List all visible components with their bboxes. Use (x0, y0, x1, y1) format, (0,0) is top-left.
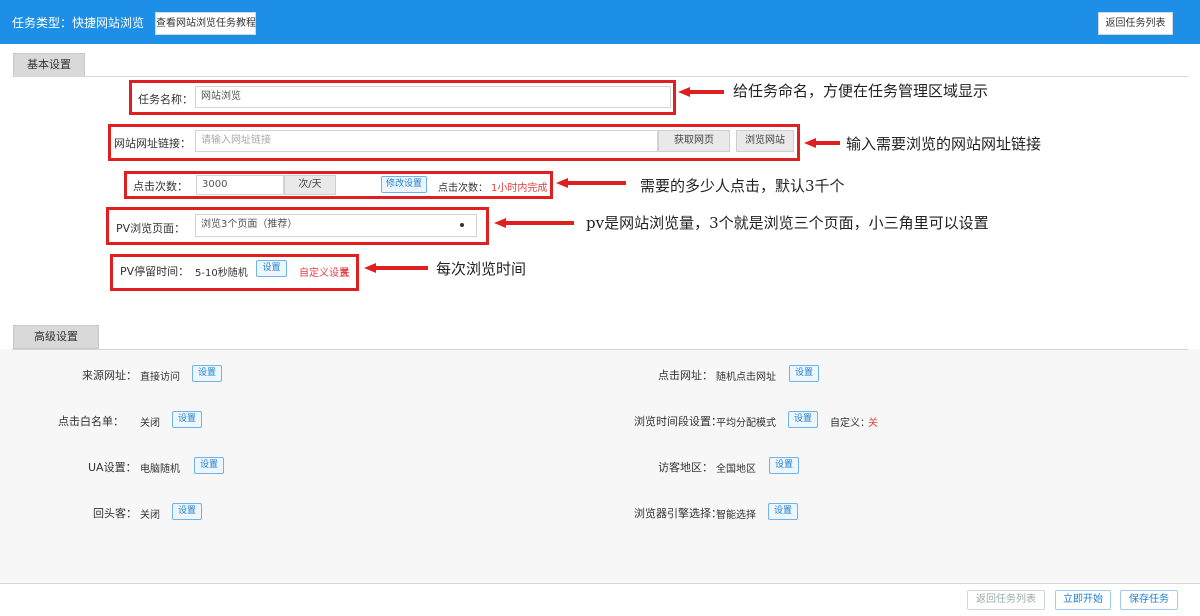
browse-site-button[interactable]: 浏览网站 (736, 130, 794, 152)
task-type-title: 任务类型：快捷网站浏览 (12, 16, 145, 30)
returning-visitor-settings-button[interactable]: 设置 (172, 503, 202, 520)
modify-settings-button[interactable]: 修改设置 (381, 176, 427, 193)
ua-settings-value: 电脑随机 (140, 464, 180, 475)
url-label: 网站网址链接： (114, 137, 191, 150)
time-period-label: 浏览时间段设置： (634, 415, 722, 428)
top-bar: 任务类型：快捷网站浏览 查看网站浏览任务教程 返回任务列表 (0, 0, 1200, 44)
advanced-section-background (0, 349, 1200, 582)
source-url-value: 直接访问 (140, 372, 180, 383)
time-period-custom-off: 关 (868, 418, 878, 429)
ua-settings-button[interactable]: 设置 (194, 457, 224, 474)
tutorial-button[interactable]: 查看网站浏览任务教程 (155, 12, 256, 35)
annotation-arrow-4 (494, 218, 574, 228)
pv-time-value: 5-10秒随机 (195, 268, 248, 279)
annotation-pvtime: 每次浏览时间 (436, 260, 527, 278)
visitor-region-value: 全国地区 (716, 464, 756, 475)
fetch-page-button[interactable]: 获取网页 (658, 130, 730, 152)
click-whitelist-settings-button[interactable]: 设置 (172, 411, 202, 428)
tab-advanced-settings[interactable]: 高级设置 (13, 325, 99, 349)
pv-time-label: PV停留时间： (120, 265, 190, 278)
pv-pages-value: 浏览3个页面（推荐） (201, 219, 298, 230)
time-period-settings-button[interactable]: 设置 (788, 411, 818, 428)
task-name-input[interactable]: 网站浏览 (195, 86, 671, 108)
back-to-list-button[interactable]: 返回任务列表 (1098, 12, 1173, 35)
click-url-settings-button[interactable]: 设置 (789, 365, 819, 382)
annotation-arrow-2 (804, 138, 840, 148)
return-list-button[interactable]: 返回任务列表 (967, 590, 1045, 610)
returning-visitor-value: 关闭 (140, 510, 160, 521)
click-whitelist-value: 关闭 (140, 418, 160, 429)
task-name-label: 任务名称： (138, 93, 193, 106)
click-count-input[interactable]: 3000 (196, 175, 284, 195)
visitor-region-label: 访客地区： (658, 461, 713, 474)
section-divider (12, 349, 1188, 350)
browser-engine-value: 智能选择 (716, 510, 756, 521)
click-url-value: 随机点击网址 (716, 372, 776, 383)
click-whitelist-label: 点击白名单： (58, 415, 124, 428)
click-count-extra-label: 点击次数： (438, 183, 488, 194)
source-url-label: 来源网址： (82, 369, 137, 382)
pv-time-settings-button[interactable]: 设置 (256, 260, 287, 277)
time-period-custom-label: 自定义： (830, 418, 870, 429)
per-day-unit[interactable]: 次/天 (284, 175, 336, 195)
url-input[interactable]: 请输入网址链接 (195, 130, 658, 152)
click-url-label: 点击网址： (658, 369, 713, 382)
dropdown-caret-icon[interactable] (460, 223, 464, 227)
time-period-value: 平均分配模式 (716, 418, 776, 429)
footer-divider (0, 583, 1200, 584)
annotation-arrow-1 (678, 87, 724, 97)
annotation-pv: pv是网站浏览量，3个就是浏览三个页面，小三角里可以设置 (586, 214, 989, 232)
section-divider (12, 76, 1188, 77)
annotation-name: 给任务命名，方便在任务管理区域显示 (733, 82, 989, 100)
annotation-arrow-3 (556, 178, 626, 188)
click-count-label: 点击次数： (133, 180, 188, 193)
annotation-box-count (124, 171, 553, 199)
start-now-button[interactable]: 立即开始 (1055, 590, 1111, 610)
completion-time-text[interactable]: 1小时内完成 (491, 179, 547, 194)
save-task-button[interactable]: 保存任务 (1120, 590, 1178, 610)
browser-engine-settings-button[interactable]: 设置 (768, 503, 798, 520)
visitor-region-settings-button[interactable]: 设置 (769, 457, 799, 474)
browser-engine-label: 浏览器引擎选择： (634, 507, 722, 520)
pv-pages-select[interactable]: 浏览3个页面（推荐） (195, 214, 477, 237)
pv-pages-label: PV浏览页面： (116, 222, 186, 235)
source-url-settings-button[interactable]: 设置 (192, 365, 222, 382)
ua-settings-label: UA设置： (88, 461, 137, 474)
annotation-arrow-5 (364, 263, 428, 273)
annotation-count: 需要的多少人点击，默认3千个 (640, 177, 845, 195)
annotation-url: 输入需要浏览的网站网址链接 (846, 135, 1042, 153)
tab-basic-settings[interactable]: 基本设置 (13, 53, 85, 77)
custom-off-text: 关 (340, 268, 350, 279)
returning-visitor-label: 回头客： (93, 507, 137, 520)
